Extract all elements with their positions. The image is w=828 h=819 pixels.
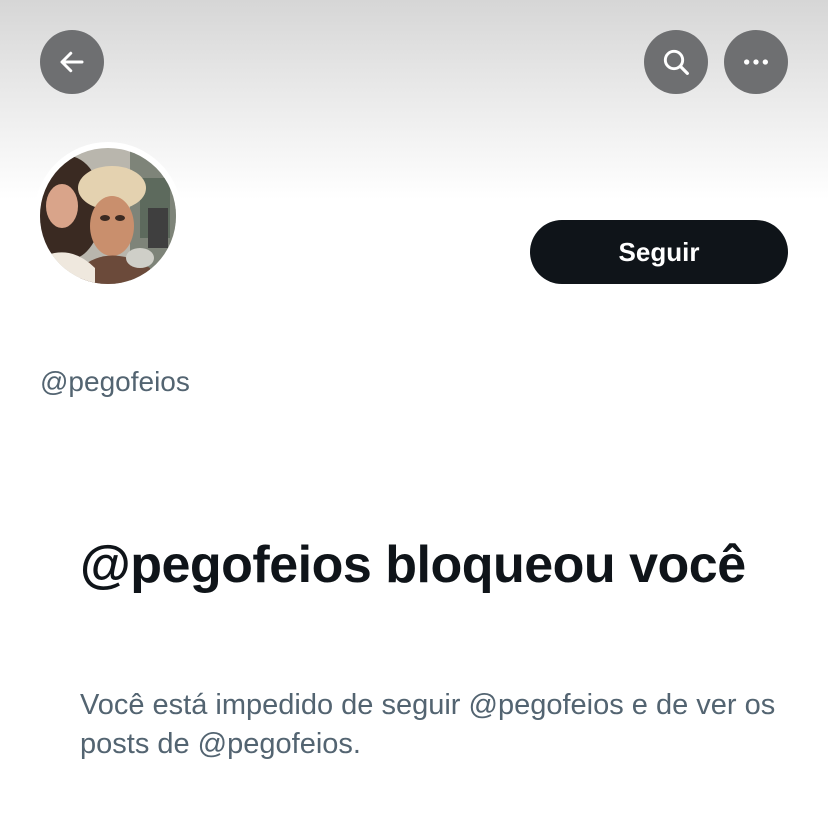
blocked-title: @pegofeios bloqueou você	[80, 536, 746, 594]
avatar-photo	[40, 148, 176, 284]
search-button[interactable]	[644, 30, 708, 94]
more-horizontal-icon	[740, 46, 772, 78]
avatar[interactable]	[40, 148, 176, 284]
arrow-left-icon	[57, 47, 87, 77]
back-button[interactable]	[40, 30, 104, 94]
more-options-button[interactable]	[724, 30, 788, 94]
search-icon	[660, 46, 692, 78]
profile-handle: @pegofeios	[40, 366, 190, 397]
follow-button[interactable]: Seguir	[530, 220, 788, 284]
profile-screen: Seguir @pegofeios @pegofeios bloqueou vo…	[0, 0, 828, 819]
blocked-description: Você está impedido de seguir @pegofeios …	[80, 689, 776, 760]
